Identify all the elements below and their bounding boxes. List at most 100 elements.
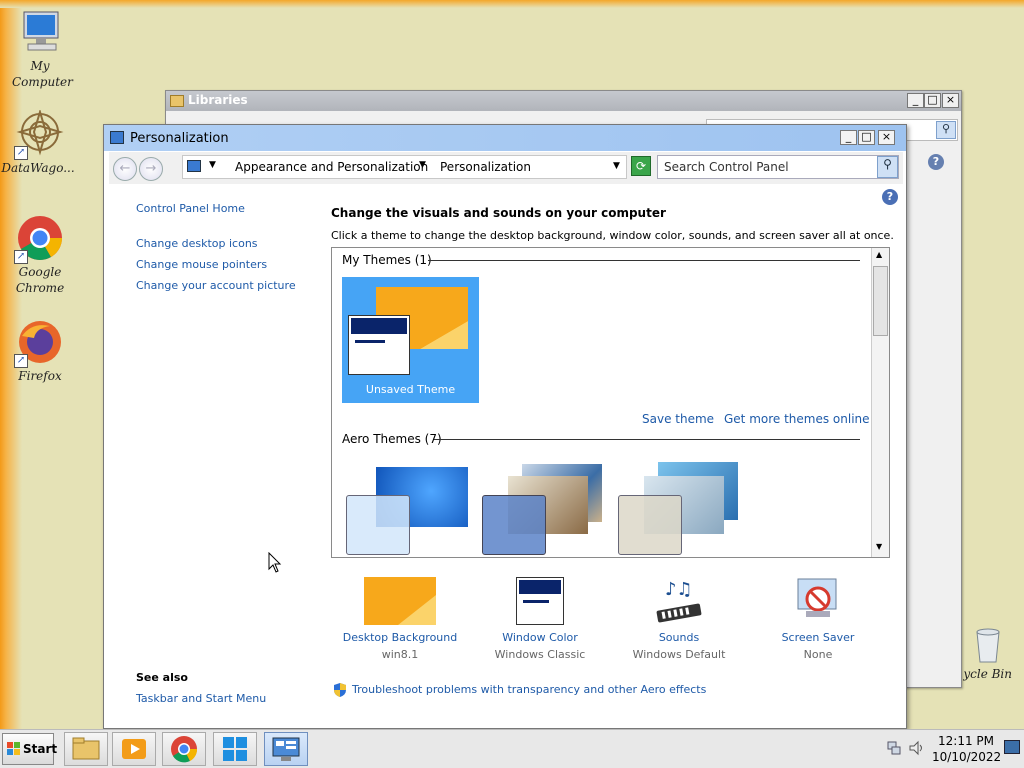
start-button[interactable]: Start bbox=[2, 733, 58, 765]
vertical-scrollbar[interactable]: ▲ ▼ bbox=[871, 248, 889, 557]
page-heading: Change the visuals and sounds on your co… bbox=[331, 206, 666, 220]
shortcut-arrow-icon: ↗ bbox=[14, 146, 28, 160]
shield-icon bbox=[332, 682, 348, 698]
desktop-background-icon bbox=[364, 577, 436, 625]
shortcut-arrow-icon: ↗ bbox=[14, 354, 28, 368]
computer-icon bbox=[16, 8, 64, 56]
page-description: Click a theme to change the desktop back… bbox=[331, 229, 894, 242]
window-color-setting[interactable]: Window Color Windows Classic bbox=[480, 577, 600, 661]
breadcrumb[interactable]: ▼ Appearance and Personalization ▼ Perso… bbox=[182, 155, 627, 179]
aero-theme-windows-7[interactable] bbox=[346, 464, 468, 557]
taskbar: Start 12:11 PM 10/10/2022 bbox=[0, 729, 1024, 768]
clock-time: 12:11 PM bbox=[938, 734, 994, 748]
forward-button[interactable]: → bbox=[139, 157, 163, 181]
aero-theme-characters[interactable] bbox=[618, 458, 738, 555]
taskbar-windows-button[interactable] bbox=[213, 732, 257, 766]
windows-flag-icon bbox=[7, 742, 20, 755]
sounds-setting[interactable]: ♪♫ Sounds Windows Default bbox=[619, 577, 739, 661]
desktop-icon-label: Google Chrome bbox=[15, 265, 65, 295]
screen-saver-icon bbox=[794, 577, 842, 625]
close-button[interactable]: × bbox=[878, 130, 895, 145]
setting-label: Sounds bbox=[658, 631, 700, 644]
setting-value: Windows Default bbox=[632, 648, 726, 661]
show-desktop-icon[interactable] bbox=[1004, 740, 1020, 754]
change-desktop-icons-link[interactable]: Change desktop icons bbox=[136, 237, 258, 250]
clock-date: 10/10/2022 bbox=[932, 750, 1002, 764]
theme-preview-window bbox=[346, 495, 410, 555]
unsaved-theme[interactable]: Unsaved Theme bbox=[342, 277, 479, 403]
chevron-down-icon[interactable]: ▼ bbox=[613, 161, 620, 171]
volume-icon[interactable] bbox=[908, 739, 926, 757]
setting-value: Windows Classic bbox=[494, 648, 586, 661]
scrollbar-thumb[interactable] bbox=[873, 266, 888, 336]
folder-icon bbox=[170, 95, 184, 107]
taskbar-explorer-button[interactable] bbox=[64, 732, 108, 766]
refresh-icon[interactable]: ⟳ bbox=[631, 156, 651, 176]
taskbar-control-panel-button[interactable] bbox=[264, 732, 308, 766]
screen-saver-setting[interactable]: Screen Saver None bbox=[758, 577, 878, 661]
taskbar-chrome-button[interactable] bbox=[162, 732, 206, 766]
aero-theme-architecture[interactable] bbox=[482, 458, 602, 555]
change-mouse-pointers-link[interactable]: Change mouse pointers bbox=[136, 258, 267, 271]
network-icon[interactable] bbox=[886, 740, 902, 756]
help-icon[interactable]: ? bbox=[928, 154, 944, 170]
theme-preview-window bbox=[618, 495, 682, 555]
recycle-bin-icon bbox=[968, 624, 1008, 664]
setting-label: Desktop Background bbox=[342, 631, 458, 644]
unsaved-theme-label: Unsaved Theme bbox=[365, 383, 456, 396]
divider bbox=[434, 439, 860, 440]
scroll-up-icon[interactable]: ▲ bbox=[876, 250, 882, 259]
breadcrumb-item[interactable]: Personalization bbox=[440, 160, 531, 174]
minimize-button[interactable]: _ bbox=[907, 93, 924, 108]
personalization-titlebar: Personalization _ □ × bbox=[104, 125, 906, 151]
window-color-icon bbox=[516, 577, 564, 625]
help-icon[interactable]: ? bbox=[882, 189, 898, 205]
setting-label: Screen Saver bbox=[781, 631, 855, 644]
control-panel-home-link[interactable]: Control Panel Home bbox=[136, 202, 245, 215]
maximize-button[interactable]: □ bbox=[858, 130, 875, 145]
chevron-down-icon[interactable]: ▼ bbox=[209, 160, 216, 170]
back-button[interactable]: ← bbox=[113, 157, 137, 181]
taskbar-media-player-button[interactable] bbox=[112, 732, 156, 766]
close-button[interactable]: × bbox=[942, 93, 959, 108]
desktop-icon-firefox[interactable]: ↗ Firefox bbox=[0, 318, 80, 384]
save-theme-link[interactable]: Save theme bbox=[642, 412, 714, 426]
sounds-icon: ♪♫ bbox=[653, 577, 705, 625]
breadcrumb-item[interactable]: Appearance and Personalization bbox=[235, 160, 428, 174]
maximize-button[interactable]: □ bbox=[924, 93, 941, 108]
scroll-down-icon[interactable]: ▼ bbox=[876, 542, 882, 551]
desktop-icon-label: My Computer bbox=[12, 59, 73, 89]
clock[interactable]: 12:11 PM 10/10/2022 bbox=[932, 733, 1002, 765]
media-player-icon bbox=[122, 739, 146, 759]
personalization-window[interactable]: Personalization _ □ × ← → ▼ Appearance a… bbox=[103, 124, 907, 729]
desktop-icon-my-computer[interactable]: My Computer bbox=[0, 8, 80, 90]
divider bbox=[428, 260, 860, 261]
aero-themes-header: Aero Themes (7) bbox=[342, 432, 442, 446]
svg-text:♪♫: ♪♫ bbox=[665, 579, 693, 600]
desktop-icon-label: DataWago... bbox=[1, 161, 75, 175]
desktop-wallpaper-top bbox=[0, 0, 1024, 8]
desktop-icon-label: Firefox bbox=[18, 369, 62, 383]
search-input[interactable]: Search Control Panel bbox=[657, 155, 899, 179]
control-panel-icon bbox=[272, 737, 300, 761]
desktop-icon-datawago[interactable]: ↗ DataWago... bbox=[0, 108, 80, 176]
theme-gallery[interactable]: My Themes (1) Unsaved Theme Save theme G… bbox=[331, 247, 890, 558]
search-icon[interactable]: ⚲ bbox=[936, 121, 956, 139]
change-account-picture-link[interactable]: Change your account picture bbox=[136, 279, 296, 292]
chevron-down-icon[interactable]: ▼ bbox=[419, 160, 426, 170]
chrome-icon bbox=[171, 736, 198, 763]
shortcut-arrow-icon: ↗ bbox=[14, 250, 28, 264]
minimize-button[interactable]: _ bbox=[840, 130, 857, 145]
setting-value: None bbox=[803, 648, 833, 661]
taskbar-start-menu-link[interactable]: Taskbar and Start Menu bbox=[136, 692, 266, 705]
troubleshoot-aero-link[interactable]: Troubleshoot problems with transparency … bbox=[352, 683, 706, 696]
chrome-icon: ↗ bbox=[14, 214, 64, 264]
search-icon[interactable]: ⚲ bbox=[877, 156, 898, 178]
personalization-window-icon bbox=[110, 131, 124, 144]
get-more-themes-link[interactable]: Get more themes online bbox=[724, 412, 870, 426]
start-label: Start bbox=[23, 742, 58, 756]
desktop-icon-google-chrome[interactable]: ↗ Google Chrome bbox=[0, 214, 80, 296]
desktop-background-setting[interactable]: Desktop Background win8.1 bbox=[340, 577, 460, 661]
my-themes-header: My Themes (1) bbox=[342, 253, 432, 267]
control-panel-icon bbox=[187, 160, 201, 172]
